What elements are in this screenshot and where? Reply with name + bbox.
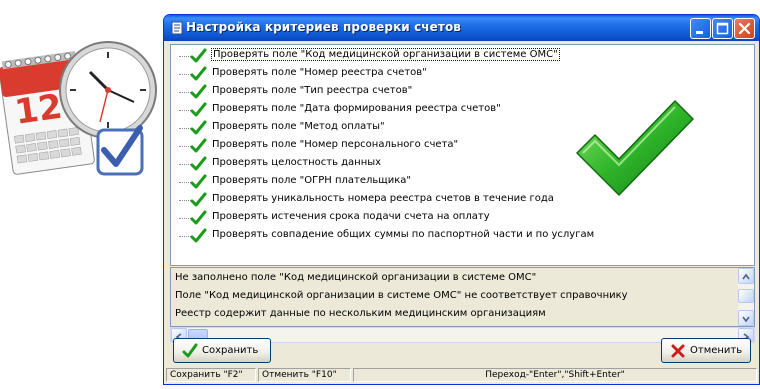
- criteria-item-label: Проверять поле "Дата формирования реестр…: [212, 103, 501, 114]
- green-check-icon[interactable]: [190, 84, 207, 100]
- green-check-icon[interactable]: [190, 120, 207, 136]
- status-bar: Сохранить "F2" Отменить "F10" Переход-"E…: [164, 366, 759, 384]
- scroll-up-button[interactable]: [738, 268, 754, 284]
- criteria-item-label: Проверять совпадение общих суммы по пасп…: [212, 229, 595, 240]
- messages-panel: Не заполнено поле "Код медицинской орган…: [170, 267, 755, 327]
- title-bar[interactable]: Настройка критериев проверки счетов: [164, 15, 759, 41]
- close-button[interactable]: [734, 18, 755, 39]
- save-button[interactable]: Сохранить: [173, 338, 271, 363]
- green-check-icon[interactable]: [190, 174, 207, 190]
- scroll-thumb[interactable]: [738, 289, 754, 303]
- green-check-icon: [182, 343, 198, 358]
- red-x-icon: [671, 344, 685, 358]
- criteria-item-label: Проверять поле "Метод оплаты": [212, 121, 385, 132]
- cancel-button[interactable]: Отменить: [661, 338, 751, 363]
- green-check-icon[interactable]: [190, 228, 207, 244]
- minimize-button[interactable]: [690, 18, 711, 39]
- criteria-tree[interactable]: Проверять поле "Код медицинской организа…: [170, 44, 755, 266]
- status-save-hint: Сохранить "F2": [166, 368, 256, 382]
- criteria-item-label: Проверять целостность данных: [212, 157, 382, 168]
- green-check-icon[interactable]: [190, 48, 207, 64]
- window-title: Настройка критериев проверки счетов: [186, 20, 461, 34]
- chevron-up-icon: [742, 273, 750, 280]
- green-check-icon[interactable]: [190, 66, 207, 82]
- criteria-item-label: Проверять поле "Номер персонального счет…: [212, 139, 459, 150]
- message-line: Реестр содержит данные по нескольким мед…: [175, 308, 546, 319]
- green-check-icon[interactable]: [190, 192, 207, 208]
- scroll-down-button[interactable]: [738, 310, 754, 326]
- vertical-scrollbar[interactable]: [738, 268, 754, 326]
- criteria-item-label: Проверять поле "ОГРН плательщика": [212, 175, 411, 186]
- document-icon: [171, 21, 183, 35]
- cancel-button-label: Отменить: [690, 345, 743, 356]
- maximize-button[interactable]: [712, 18, 733, 39]
- status-nav-hint: Переход-"Enter","Shift+Enter": [353, 368, 757, 382]
- save-button-label: Сохранить: [202, 345, 259, 356]
- chevron-down-icon: [742, 316, 750, 323]
- criteria-item-label: Проверять истечения срока подачи счета н…: [212, 211, 490, 222]
- message-line: Поле "Код медицинской организации в сист…: [175, 290, 628, 301]
- green-check-icon[interactable]: [190, 102, 207, 118]
- svg-text:12: 12: [12, 87, 64, 133]
- green-check-icon[interactable]: [190, 156, 207, 172]
- criteria-item-label: Проверять поле "Тип реестра счетов": [212, 85, 413, 96]
- green-check-icon[interactable]: [190, 138, 207, 154]
- criteria-settings-window: Настройка критериев проверки счетов Пров…: [163, 14, 760, 385]
- minimize-icon: [696, 31, 703, 34]
- criteria-item-label: Проверять поле "Номер реестра счетов": [212, 67, 427, 78]
- message-line: Не заполнено поле "Код медицинской орган…: [175, 272, 537, 283]
- status-cancel-hint: Отменить "F10": [258, 368, 351, 382]
- criteria-item-label: Проверять поле "Код медицинской организа…: [211, 48, 560, 61]
- green-check-icon[interactable]: [190, 210, 207, 226]
- criteria-item-label: Проверять уникальность номера реестра сч…: [212, 193, 554, 204]
- big-green-check-icon: [576, 100, 694, 196]
- calendar-clock-check-icon: 12: [0, 22, 160, 187]
- maximize-icon: [716, 22, 729, 35]
- close-icon: [738, 22, 751, 35]
